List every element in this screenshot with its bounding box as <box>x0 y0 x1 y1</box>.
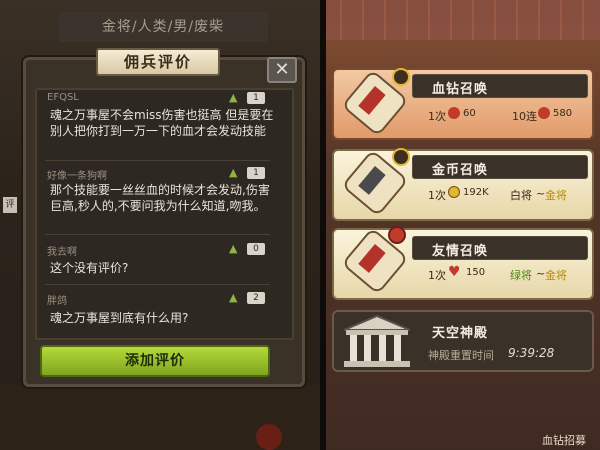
gem-badge-icon <box>392 68 410 86</box>
heart-badge-icon <box>388 226 406 244</box>
panel-title: 佣兵评价 <box>96 48 220 76</box>
cost-label: 1次 <box>428 269 446 282</box>
range-separator: ~ <box>536 267 546 280</box>
coin-badge-icon <box>392 148 410 166</box>
card-title: 天空神殿 <box>432 326 489 341</box>
like-button[interactable]: ▲ 1 <box>229 167 269 181</box>
side-tab[interactable]: 评 <box>3 197 17 213</box>
footer-label: 血钻招募 <box>542 434 586 447</box>
review-user: EFQSL <box>47 92 79 103</box>
range-from: 白将 <box>510 189 532 202</box>
review-user: 胖鸽 <box>47 296 67 307</box>
cost-label: 1次 <box>428 110 446 123</box>
divider <box>45 160 270 161</box>
like-count: 2 <box>247 292 265 304</box>
wax-seal-icon <box>256 424 282 450</box>
like-button[interactable]: ▲ 0 <box>229 243 269 257</box>
range-from: 绿将 <box>510 269 532 282</box>
review-text: 那个技能要一丝丝血的时候才会发动,伤害巨高,秒人的,不要问我为什么知道,吻我。 <box>50 183 270 213</box>
cost-value: 580 <box>553 108 573 119</box>
hero-info-bar: 金将/人类/男/废柴 <box>58 12 268 42</box>
review-text: 魂之万事屋不会miss伤害也挺高 但是要在别人把你打到一万一下的血才会发动技能 <box>50 108 274 138</box>
cost-value: 60 <box>463 108 476 119</box>
card-title: 金币召唤 <box>432 163 489 178</box>
like-button[interactable]: ▲ 2 <box>229 292 269 306</box>
thumbs-up-icon: ▲ <box>229 166 238 179</box>
review-text: 这个没有评价? <box>50 261 129 275</box>
add-review-button[interactable]: 添加评价 <box>40 345 270 377</box>
reset-label: 神殿重置时间 <box>428 349 494 362</box>
cost-value: 192K <box>463 187 489 198</box>
coin-icon <box>448 186 460 198</box>
review-user: 好像一条狗啊 <box>47 171 107 182</box>
range-separator: ~ <box>536 187 546 200</box>
arch-decoration <box>320 0 600 40</box>
like-count: 1 <box>247 167 265 179</box>
divider <box>45 284 270 285</box>
like-count: 1 <box>247 92 265 104</box>
like-button[interactable]: ▲ 1 <box>229 92 269 106</box>
divider <box>45 234 270 235</box>
range-to: 金将 <box>545 189 567 202</box>
thumbs-up-icon: ▲ <box>229 242 238 255</box>
heart-icon: ♥ <box>448 264 461 280</box>
like-count: 0 <box>247 243 265 255</box>
review-text: 魂之万事屋到底有什么用? <box>50 311 189 325</box>
card-title: 血钻召唤 <box>432 82 489 97</box>
cost-label: 1次 <box>428 189 446 202</box>
gem-icon <box>448 107 460 119</box>
cost-label: 10连 <box>512 110 537 123</box>
temple-icon <box>343 314 411 367</box>
reset-timer: 9:39:28 <box>508 346 555 360</box>
pane-divider <box>320 0 326 450</box>
close-button[interactable]: ✕ <box>267 57 297 83</box>
thumbs-up-icon: ▲ <box>229 291 238 304</box>
range-to: 金将 <box>545 269 567 282</box>
review-user: 我去啊 <box>47 247 77 258</box>
thumbs-up-icon: ▲ <box>229 91 238 104</box>
gem-icon <box>538 107 550 119</box>
card-title: 友情召唤 <box>432 244 489 259</box>
cost-value: 150 <box>466 267 486 278</box>
